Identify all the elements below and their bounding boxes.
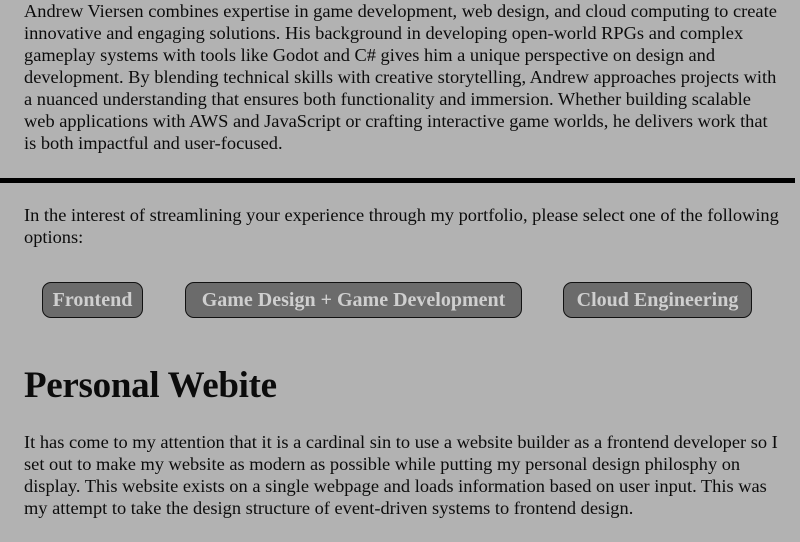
section-divider bbox=[0, 178, 795, 183]
game-design-button[interactable]: Game Design + Game Development bbox=[185, 282, 522, 318]
cloud-engineering-button[interactable]: Cloud Engineering bbox=[563, 282, 752, 318]
portfolio-options: Frontend Game Design + Game Development … bbox=[0, 282, 800, 320]
intro-paragraph: Andrew Viersen combines expertise in gam… bbox=[24, 1, 777, 153]
selection-prompt: In the interest of streamlining your exp… bbox=[24, 205, 779, 247]
section-title: Personal Webite bbox=[24, 365, 277, 406]
section-body: It has come to my attention that it is a… bbox=[24, 432, 778, 518]
frontend-button[interactable]: Frontend bbox=[42, 282, 143, 318]
